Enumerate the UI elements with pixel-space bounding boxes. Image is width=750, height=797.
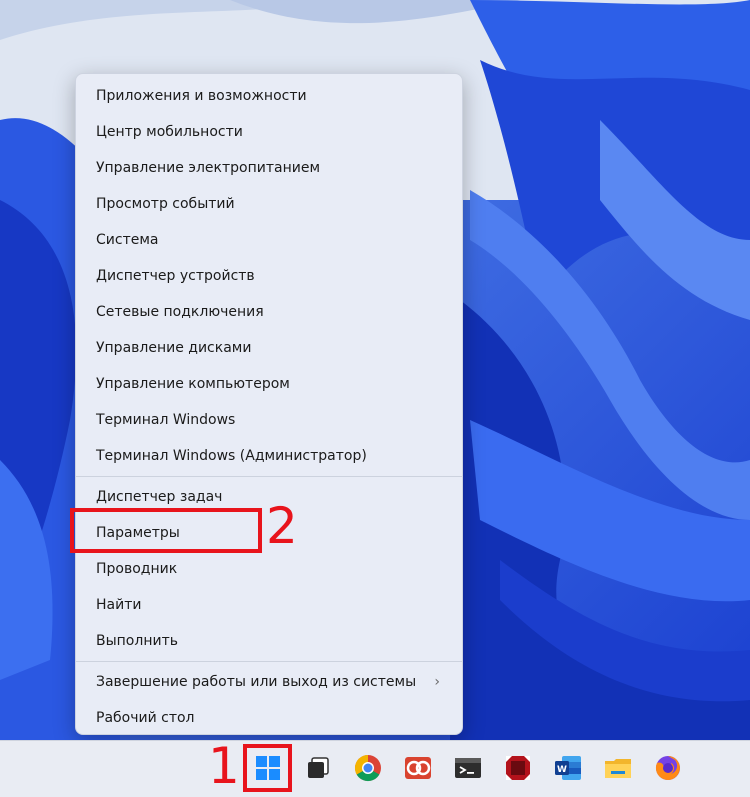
menu-item-search[interactable]: Найти — [80, 587, 458, 623]
menu-item-disk-management[interactable]: Управление дисками — [80, 330, 458, 366]
annotation-highlight-settings — [70, 508, 262, 553]
menu-separator — [76, 661, 462, 662]
menu-item-mobility-center[interactable]: Центр мобильности — [80, 114, 458, 150]
winx-context-menu: Приложения и возможности Центр мобильнос… — [75, 73, 463, 735]
terminal-icon[interactable] — [453, 753, 483, 783]
menu-item-system[interactable]: Система — [80, 222, 458, 258]
annotation-number-2: 2 — [266, 497, 298, 555]
menu-separator — [76, 476, 462, 477]
chevron-right-icon: › — [434, 674, 440, 690]
menu-item-network-connections[interactable]: Сетевые подключения — [80, 294, 458, 330]
menu-item-device-manager[interactable]: Диспетчер устройств — [80, 258, 458, 294]
menu-item-windows-terminal-admin[interactable]: Терминал Windows (Администратор) — [80, 438, 458, 474]
menu-item-file-explorer[interactable]: Проводник — [80, 551, 458, 587]
menu-item-shutdown-signout[interactable]: Завершение работы или выход из системы › — [80, 664, 458, 700]
menu-item-desktop[interactable]: Рабочий стол — [80, 700, 458, 736]
menu-item-computer-management[interactable]: Управление компьютером — [80, 366, 458, 402]
annotation-highlight-start-button — [243, 744, 292, 792]
menu-item-run[interactable]: Выполнить — [80, 623, 458, 659]
task-view-icon[interactable] — [303, 753, 333, 783]
app-icon[interactable] — [403, 753, 433, 783]
menu-item-event-viewer[interactable]: Просмотр событий — [80, 186, 458, 222]
taskbar: W — [0, 740, 750, 797]
menu-item-label: Завершение работы или выход из системы — [96, 674, 417, 690]
capture-app-icon[interactable] — [503, 753, 533, 783]
menu-item-windows-terminal[interactable]: Терминал Windows — [80, 402, 458, 438]
menu-item-apps-features[interactable]: Приложения и возможности — [80, 78, 458, 114]
file-explorer-icon[interactable] — [603, 753, 633, 783]
word-icon[interactable]: W — [553, 753, 583, 783]
menu-item-power-options[interactable]: Управление электропитанием — [80, 150, 458, 186]
annotation-number-1: 1 — [208, 737, 240, 795]
chrome-icon[interactable] — [353, 753, 383, 783]
svg-text:W: W — [557, 765, 567, 775]
firefox-icon[interactable] — [653, 753, 683, 783]
